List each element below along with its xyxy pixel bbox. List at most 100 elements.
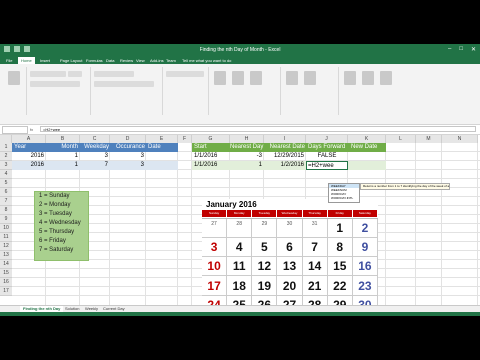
column-header[interactable]: A <box>12 135 46 143</box>
row-header[interactable]: 9 <box>0 215 12 224</box>
tab-file[interactable]: File <box>6 58 12 63</box>
merge-wrap-buttons[interactable] <box>94 81 154 87</box>
minimize-button[interactable]: – <box>448 46 451 53</box>
font-format-buttons[interactable] <box>30 81 80 87</box>
cell-i3[interactable]: 1/2/2016 <box>264 161 306 170</box>
cell-g3[interactable]: 1/1/2016 <box>192 161 230 170</box>
conditional-formatting-icon[interactable] <box>214 71 226 85</box>
column-header[interactable]: H <box>230 135 264 143</box>
column-header[interactable]: N <box>442 135 478 143</box>
header-weekday[interactable]: Weekday <box>80 143 110 152</box>
autosum-icon[interactable] <box>344 71 356 85</box>
row-header[interactable]: 10 <box>0 224 12 233</box>
row-header[interactable]: 3 <box>0 161 12 170</box>
cell-i2[interactable]: 12/29/2015 <box>264 152 306 161</box>
column-header[interactable]: M <box>416 135 442 143</box>
tab-data[interactable]: Data <box>106 58 114 63</box>
column-header[interactable]: L <box>386 135 416 143</box>
header-start[interactable]: Start <box>192 143 230 152</box>
cell-a3[interactable]: 2016 <box>12 161 46 170</box>
header-nearest-date[interactable]: Nearest Date <box>264 143 306 152</box>
header-nearest-day[interactable]: Nearest Day <box>230 143 264 152</box>
number-format-select[interactable] <box>166 71 204 77</box>
header-occurance[interactable]: Occurance <box>110 143 146 152</box>
row-header[interactable]: 5 <box>0 179 12 188</box>
tell-me-box[interactable]: Tell me what you want to do <box>182 58 231 63</box>
column-header[interactable]: C <box>80 135 110 143</box>
row-header[interactable]: 15 <box>0 269 12 278</box>
fx-icon[interactable]: fx <box>30 127 33 132</box>
row-header[interactable]: 4 <box>0 170 12 179</box>
calendar-day: 28 <box>227 219 253 239</box>
format-table-icon[interactable] <box>232 71 244 85</box>
name-box[interactable] <box>2 126 28 134</box>
row-header[interactable]: 8 <box>0 206 12 215</box>
insert-cells-icon[interactable] <box>286 71 298 85</box>
header-date[interactable]: Date <box>146 143 178 152</box>
row-header[interactable]: 12 <box>0 242 12 251</box>
row-header[interactable]: 14 <box>0 260 12 269</box>
tab-formulas[interactable]: Formulas <box>86 58 103 63</box>
tab-team[interactable]: Team <box>166 58 176 63</box>
cell-a2[interactable]: 2016 <box>12 152 46 161</box>
column-header[interactable]: K <box>348 135 386 143</box>
cell-d2[interactable]: 3 <box>110 152 146 161</box>
calendar-day: 15 <box>327 257 353 277</box>
row-header[interactable]: 6 <box>0 188 12 197</box>
cell-h2[interactable]: -3 <box>230 152 264 161</box>
row-header[interactable]: 13 <box>0 251 12 260</box>
autocomplete-item[interactable]: WORKDAY.INTL <box>329 196 359 200</box>
formula-input[interactable]: =H2+wee <box>40 126 476 132</box>
sort-filter-icon[interactable] <box>362 71 374 85</box>
column-header[interactable]: D <box>110 135 146 143</box>
column-header[interactable]: F <box>178 135 192 143</box>
cell-j2[interactable]: FALSE <box>306 152 348 161</box>
header-year[interactable]: Year <box>12 143 46 152</box>
column-header[interactable]: J <box>306 135 348 143</box>
cell-k2[interactable] <box>348 152 386 161</box>
calendar-day: 6 <box>277 238 303 258</box>
paste-icon[interactable] <box>8 71 20 85</box>
tab-add-ins[interactable]: Add-ins <box>150 58 164 63</box>
cell-d3[interactable]: 3 <box>110 161 146 170</box>
row-header[interactable]: 2 <box>0 152 12 161</box>
cell-c2[interactable]: 3 <box>80 152 110 161</box>
find-select-icon[interactable] <box>380 71 392 85</box>
cell-e3[interactable] <box>146 161 178 170</box>
column-header[interactable]: B <box>46 135 80 143</box>
cell-k3[interactable] <box>348 161 386 170</box>
tab-view[interactable]: View <box>136 58 145 63</box>
cell-g2[interactable]: 1/1/2016 <box>192 152 230 161</box>
header-days-forward[interactable]: Days Forward <box>306 143 348 152</box>
cell-c3[interactable]: 7 <box>80 161 110 170</box>
calendar-weekday-label: Friday <box>327 210 353 217</box>
column-header[interactable]: E <box>146 135 178 143</box>
worksheet-grid[interactable]: ABCDEFGHIJKLMN 1 2 3 4 5 6 7 8 9 10 11 12 13 14 15 16 17… <box>0 135 480 316</box>
font-size-select[interactable] <box>68 71 82 77</box>
alignment-buttons[interactable] <box>94 71 134 77</box>
cell-h3[interactable]: 1 <box>230 161 264 170</box>
tab-insert[interactable]: Insert <box>40 58 50 63</box>
cell-e2[interactable] <box>146 152 178 161</box>
row-header[interactable]: 11 <box>0 233 12 242</box>
header-new-date[interactable]: New Date <box>348 143 386 152</box>
number-group <box>164 67 209 115</box>
cell-b3[interactable]: 1 <box>46 161 80 170</box>
font-select[interactable] <box>30 71 66 77</box>
cell-j3-editing[interactable]: =H2+wee <box>306 161 348 170</box>
select-all-corner[interactable] <box>0 135 12 143</box>
tab-page-layout[interactable]: Page Layout <box>60 58 82 63</box>
cell-b2[interactable]: 1 <box>46 152 80 161</box>
row-header[interactable]: 1 <box>0 143 12 152</box>
close-button[interactable]: ✕ <box>471 46 476 53</box>
cell-styles-icon[interactable] <box>250 71 262 85</box>
row-header[interactable]: 7 <box>0 197 12 206</box>
row-header[interactable]: 16 <box>0 278 12 287</box>
tab-review[interactable]: Review <box>120 58 133 63</box>
column-header[interactable]: G <box>192 135 230 143</box>
header-month[interactable]: Month <box>46 143 80 152</box>
delete-cells-icon[interactable] <box>304 71 316 85</box>
maximize-button[interactable]: □ <box>459 46 463 53</box>
column-header[interactable]: I <box>264 135 306 143</box>
row-header[interactable]: 17 <box>0 287 12 296</box>
